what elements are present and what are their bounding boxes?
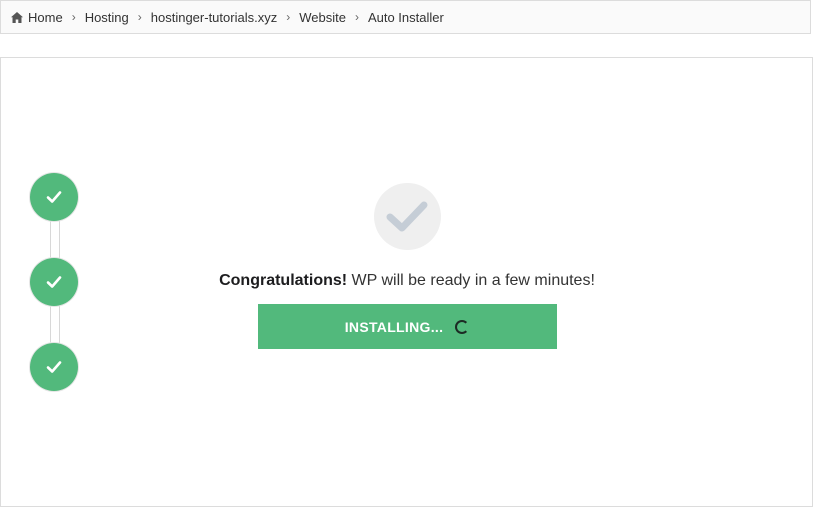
- checkmark-icon: [46, 361, 62, 373]
- success-title: Congratulations!: [219, 272, 348, 289]
- step-3-complete: [30, 343, 78, 391]
- success-message: Congratulations! WP will be ready in a f…: [151, 272, 663, 290]
- chevron-right-icon: ›: [71, 10, 76, 24]
- step-1-complete: [30, 173, 78, 221]
- home-icon: [11, 11, 23, 23]
- chevron-right-icon: ›: [354, 10, 359, 24]
- step-2-complete: [30, 258, 78, 306]
- success-text: WP will be ready in a few minutes!: [347, 272, 595, 289]
- checkmark-icon: [46, 276, 62, 288]
- breadcrumb-home-label: Home: [28, 9, 63, 25]
- checkmark-icon: [46, 191, 62, 203]
- spinner-icon: [455, 319, 470, 334]
- installing-button[interactable]: INSTALLING...: [257, 304, 557, 349]
- success-badge: [373, 183, 441, 250]
- installing-button-label: INSTALLING...: [344, 318, 444, 335]
- chevron-right-icon: ›: [137, 10, 142, 24]
- result-content: Congratulations! WP will be ready in a f…: [151, 183, 663, 349]
- breadcrumb-auto-installer: Auto Installer: [367, 9, 444, 25]
- installer-panel: Congratulations! WP will be ready in a f…: [0, 57, 813, 507]
- chevron-right-icon: ›: [286, 10, 291, 24]
- breadcrumb-hosting[interactable]: Hosting: [85, 10, 129, 25]
- breadcrumb-website[interactable]: Website: [299, 10, 346, 25]
- breadcrumb-domain[interactable]: hostinger-tutorials.xyz: [151, 10, 277, 25]
- breadcrumb: Home › Hosting › hostinger-tutorials.xyz…: [0, 0, 811, 34]
- progress-stepper: [30, 173, 80, 393]
- checkmark-icon: [386, 201, 428, 231]
- breadcrumb-home[interactable]: Home: [11, 10, 63, 25]
